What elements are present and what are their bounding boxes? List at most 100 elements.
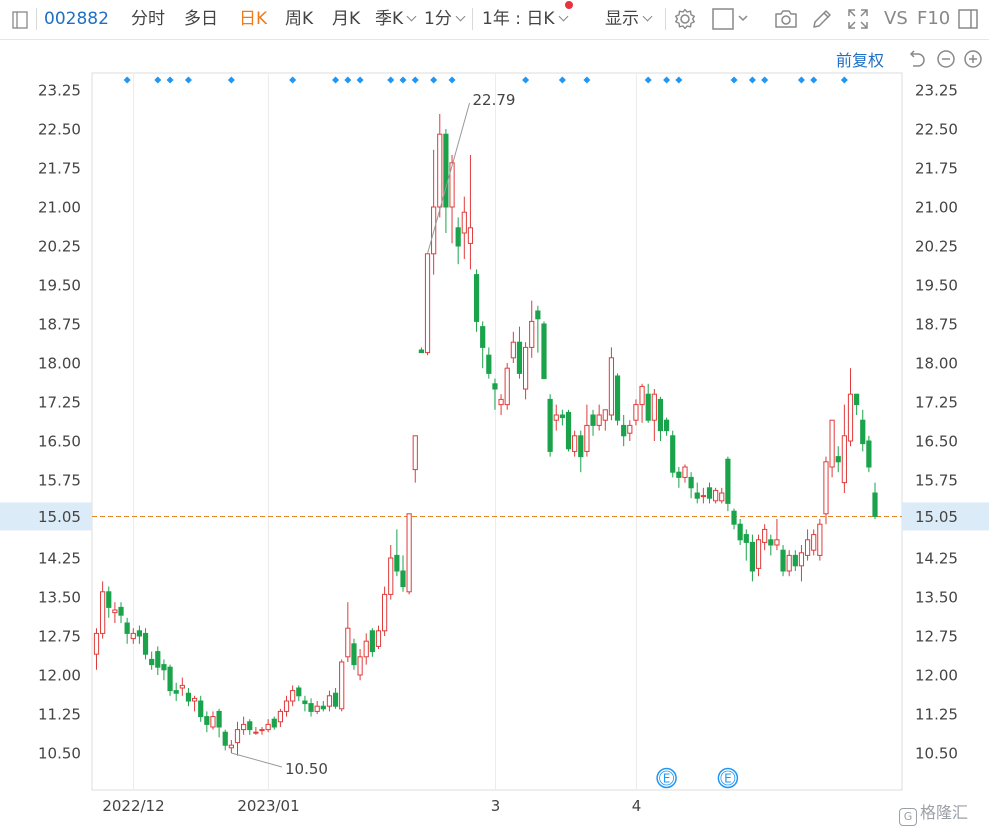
candle-up	[713, 489, 719, 502]
candle-up	[437, 133, 443, 208]
y-tick-label-right: 22.50	[915, 121, 958, 139]
event-diamond	[227, 76, 235, 84]
y-tick-label-left: 18.00	[38, 355, 81, 373]
candle-down	[694, 492, 700, 499]
candle-down	[860, 419, 866, 445]
event-diamond	[840, 76, 848, 84]
candle-down	[578, 435, 584, 458]
candle-down	[247, 721, 253, 731]
candle-down	[854, 393, 860, 406]
y-tick-label-left: 12.00	[38, 667, 81, 685]
candle-down	[332, 692, 339, 707]
y-tick-label-right: 19.50	[915, 277, 958, 295]
candle-down	[492, 383, 498, 390]
candle-up	[823, 461, 829, 515]
candle-down	[320, 705, 326, 710]
candle-up	[639, 385, 645, 406]
event-diamond	[387, 76, 395, 84]
earnings-event-icon[interactable]: E	[717, 767, 739, 789]
event-diamond	[558, 76, 566, 84]
y-tick-label-left: 15.05	[38, 508, 81, 526]
candle-up	[700, 495, 706, 498]
kline-chart[interactable]: 2022/12 2023/01 3 4 23.25 23.25 22.50 22.50 21.7…	[0, 0, 989, 829]
y-tick-label-left: 17.25	[38, 394, 81, 412]
candle-up	[314, 705, 320, 712]
candle-up	[786, 554, 792, 572]
event-diamond	[411, 76, 419, 84]
y-tick-label-left: 21.75	[38, 160, 81, 178]
candle-down	[394, 554, 400, 572]
candle-up	[112, 609, 118, 614]
candle-up	[253, 731, 259, 734]
candle-up	[682, 466, 688, 478]
candle-down	[142, 632, 149, 655]
candle-down	[835, 456, 841, 463]
y-tick-label-left: 23.25	[38, 82, 81, 100]
candle-down	[216, 710, 222, 728]
candle-up	[804, 539, 811, 556]
kline-app: 002882 分时 多日 日K 周K 月K 季K 1分 1年 : 日K 显示 V…	[0, 0, 989, 829]
candle-down	[657, 398, 664, 432]
candle-down	[149, 658, 155, 666]
candle-up	[210, 716, 216, 728]
candle-up	[510, 341, 516, 359]
candle-up	[339, 661, 345, 710]
candle-down	[749, 541, 756, 572]
candle-up	[633, 404, 639, 421]
candle-down	[731, 510, 737, 525]
y-tick-label-left: 10.50	[38, 745, 81, 763]
y-tick-label-left: 20.25	[38, 238, 81, 256]
candle-up	[283, 700, 290, 712]
x-tick-label: 3	[491, 797, 501, 815]
event-diamond	[399, 76, 407, 84]
candle-up	[388, 557, 394, 595]
candle-up	[412, 435, 418, 471]
candle-down	[663, 419, 670, 432]
candle-up	[241, 723, 247, 731]
candle-down	[792, 554, 798, 567]
candle-up	[363, 640, 369, 658]
candle-up	[811, 534, 817, 551]
candle-up	[461, 211, 467, 234]
candle-down	[670, 435, 676, 473]
candle-up	[829, 419, 835, 468]
candle-down	[780, 549, 786, 572]
y-tick-label-left: 12.75	[38, 628, 81, 646]
candle-down	[118, 606, 124, 616]
candle-down	[473, 274, 480, 322]
low-leader-line	[231, 752, 283, 768]
candle-up	[755, 539, 762, 569]
earnings-event-label: E	[663, 772, 671, 786]
candle-down	[614, 375, 621, 421]
candle-up	[504, 367, 510, 406]
watermark-text: 格隆汇	[920, 803, 969, 822]
candle-up	[406, 513, 412, 593]
candle-down	[676, 471, 682, 478]
candle-up	[357, 656, 363, 676]
candle-up	[345, 627, 351, 658]
candle-up	[762, 528, 768, 543]
earnings-event-icon[interactable]: E	[656, 767, 677, 789]
candle-up	[375, 630, 382, 647]
candle-up	[290, 690, 296, 702]
candle-down	[308, 703, 314, 712]
candle-down	[768, 539, 774, 546]
y-tick-label-right: 15.05	[915, 508, 958, 526]
candle-up	[774, 539, 780, 546]
watermark: G 格隆汇	[899, 799, 968, 826]
candle-down	[645, 393, 651, 421]
candle-up	[841, 435, 847, 484]
candle-down	[369, 630, 375, 653]
y-tick-label-right: 21.00	[915, 199, 958, 217]
y-tick-label-right: 16.50	[915, 433, 958, 451]
event-diamond	[522, 76, 530, 84]
event-diamond	[332, 76, 340, 84]
event-diamond	[356, 76, 364, 84]
event-diamond	[166, 76, 174, 84]
candle-down	[866, 440, 872, 468]
candle-up	[798, 552, 805, 567]
event-diamond	[430, 76, 438, 84]
event-diamond	[675, 76, 683, 84]
candle-down	[418, 349, 424, 354]
candle-up	[584, 424, 590, 452]
